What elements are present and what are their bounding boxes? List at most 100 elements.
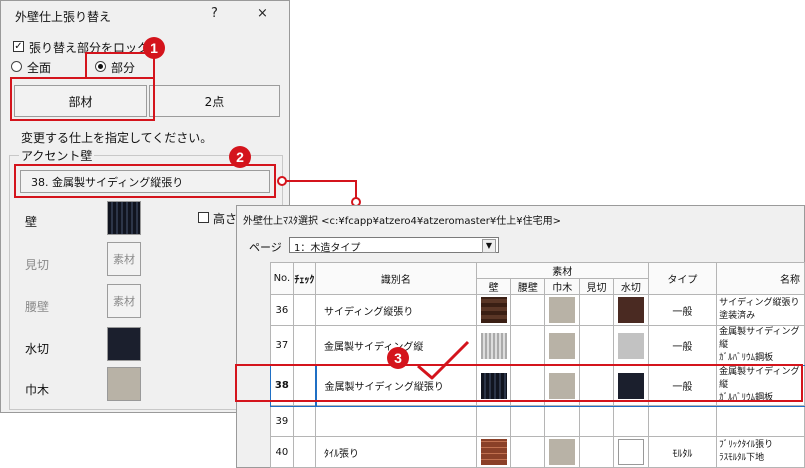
height-checkbox[interactable] [198, 212, 209, 223]
cell-mikiri [579, 294, 615, 326]
master-window-title: 外壁仕上ﾏｽﾀ選択 <c:¥fcapp¥atzero4¥atzeromaster… [243, 216, 562, 227]
sub-header-mizukiri: 水切 [613, 278, 649, 295]
row-type: 一般 [647, 325, 718, 366]
col-header-no: No. [270, 262, 294, 295]
cell-mikiri [579, 325, 615, 366]
cell-wall [475, 325, 512, 366]
row-no: 36 [270, 294, 294, 326]
cell-koshikabe [510, 325, 546, 366]
habaki-texture-swatch [549, 297, 576, 323]
cell-habaki [544, 294, 581, 326]
row-no: 39 [270, 405, 294, 437]
habaki-texture-swatch [549, 332, 576, 359]
check-mark-icon [417, 340, 470, 380]
row-label-mikiri: 見切 [25, 258, 50, 272]
sub-header-koshikabe: 腰壁 [510, 278, 546, 295]
cell-mizukiri [613, 405, 649, 437]
cell-mikiri [579, 436, 615, 468]
wall-texture-swatch [480, 439, 507, 465]
mizukiri-texture-swatch [617, 439, 644, 465]
row-fullname: 金属製サイディング縦 ｶﾞﾙﾊﾞﾘｳﾑ鋼板 [716, 325, 805, 366]
cell-habaki [544, 325, 581, 366]
sub-header-mikiri: 見切 [579, 278, 615, 295]
callout-3: 3 [387, 347, 409, 369]
fullname-line2: 塗装済み [719, 311, 756, 321]
callout-2: 2 [229, 146, 251, 168]
row-check[interactable] [292, 294, 317, 326]
radio-all[interactable] [11, 61, 22, 72]
wall-swatch[interactable] [107, 201, 141, 235]
wall-texture-swatch [480, 332, 507, 359]
fullname-line1: サイディング縦張り [719, 298, 800, 308]
row-type: 一般 [647, 294, 718, 326]
col-header-fullname: 名称 [716, 262, 805, 295]
cell-koshikabe [510, 294, 546, 326]
col-header-material: 素材 [475, 262, 649, 279]
col-header-type: タイプ [647, 262, 718, 295]
fullname-line1: 金属製サイディング縦 [719, 327, 800, 350]
group-label: アクセント壁 [19, 147, 95, 164]
row-type: ﾓﾙﾀﾙ [647, 436, 718, 468]
cell-wall [475, 294, 512, 326]
row-check[interactable] [292, 405, 317, 437]
row-name [315, 405, 477, 437]
table-row[interactable]: 39 [270, 405, 805, 437]
row-label-habaki: 巾木 [25, 383, 50, 397]
row-name: サイディング縦張り [315, 294, 477, 326]
col-header-name: 識別名 [315, 262, 477, 295]
lock-checkbox[interactable]: ✓ [13, 41, 24, 52]
cell-habaki [544, 436, 581, 468]
close-button[interactable]: × [257, 6, 268, 21]
cell-wall [475, 405, 512, 437]
fullname-line1: ﾌﾞﾘｯｸﾀｲﾙ張り [719, 440, 774, 450]
wall-texture-swatch [480, 297, 507, 323]
mizukiri-texture-swatch [617, 332, 644, 359]
table-row[interactable]: 40 ﾀｲﾙ張り ﾓﾙﾀﾙ ﾌﾞﾘｯｸﾀｲﾙ張り ﾗｽﾓﾙﾀﾙ下地 [270, 436, 805, 468]
koshikabe-material-button[interactable]: 素材 [107, 284, 141, 318]
habaki-swatch[interactable] [107, 367, 141, 401]
row-name: ﾀｲﾙ張り [315, 436, 477, 468]
table-row[interactable]: 37 金属製サイディング縦 一般 金属製サイディング縦 ｶﾞﾙﾊﾞﾘｳﾑ鋼板 [270, 325, 805, 366]
row-fullname: ﾌﾞﾘｯｸﾀｲﾙ張り ﾗｽﾓﾙﾀﾙ下地 [716, 436, 805, 468]
page-dropdown-value: 1：木造タイプ [294, 243, 361, 254]
highlight-radio-part [85, 52, 155, 78]
cell-mizukiri [613, 436, 649, 468]
callout-1: 1 [143, 37, 165, 59]
row-label-koshikabe: 腰壁 [25, 300, 50, 314]
page-label: ページ [249, 241, 282, 254]
page-dropdown[interactable]: 1：木造タイプ ▼ [289, 237, 499, 254]
habaki-texture-swatch [549, 439, 576, 465]
row-check[interactable] [292, 436, 317, 468]
cell-wall [475, 436, 512, 468]
height-label: 高さ [213, 212, 237, 226]
table-row[interactable]: 36 サイディング縦張り 一般 サイディング縦張り 塗装済み [270, 294, 805, 326]
row-fullname: サイディング縦張り 塗装済み [716, 294, 805, 326]
two-point-button[interactable]: 2点 [149, 85, 280, 117]
mikiri-material-button[interactable]: 素材 [107, 242, 141, 276]
chevron-down-icon[interactable]: ▼ [482, 239, 496, 253]
mizukiri-swatch[interactable] [107, 327, 141, 361]
fullname-line2: ﾗｽﾓﾙﾀﾙ下地 [719, 453, 765, 463]
instruction-text: 変更する仕上を指定してください。 [21, 131, 213, 145]
cell-koshikabe [510, 405, 546, 437]
help-button[interactable]: ? [211, 6, 218, 21]
row-label-wall: 壁 [25, 215, 38, 229]
row-check[interactable] [292, 325, 317, 366]
cell-mizukiri [613, 294, 649, 326]
row-no: 37 [270, 325, 294, 366]
col-header-check: ﾁｪｯｸ [292, 262, 317, 295]
sub-header-wall: 壁 [475, 278, 512, 295]
highlight-finish-button [14, 164, 276, 198]
row-no: 40 [270, 436, 294, 468]
radio-all-label: 全面 [27, 61, 52, 75]
mizukiri-texture-swatch [617, 297, 644, 323]
highlight-member-button [10, 77, 155, 121]
dialog-title: 外壁仕上張り替え [15, 10, 112, 24]
cell-habaki [544, 405, 581, 437]
cell-mikiri [579, 405, 615, 437]
sub-header-habaki: 巾木 [544, 278, 581, 295]
row-fullname [716, 405, 805, 437]
row-type [647, 405, 718, 437]
connector-line [277, 176, 361, 207]
cell-mizukiri [613, 325, 649, 366]
